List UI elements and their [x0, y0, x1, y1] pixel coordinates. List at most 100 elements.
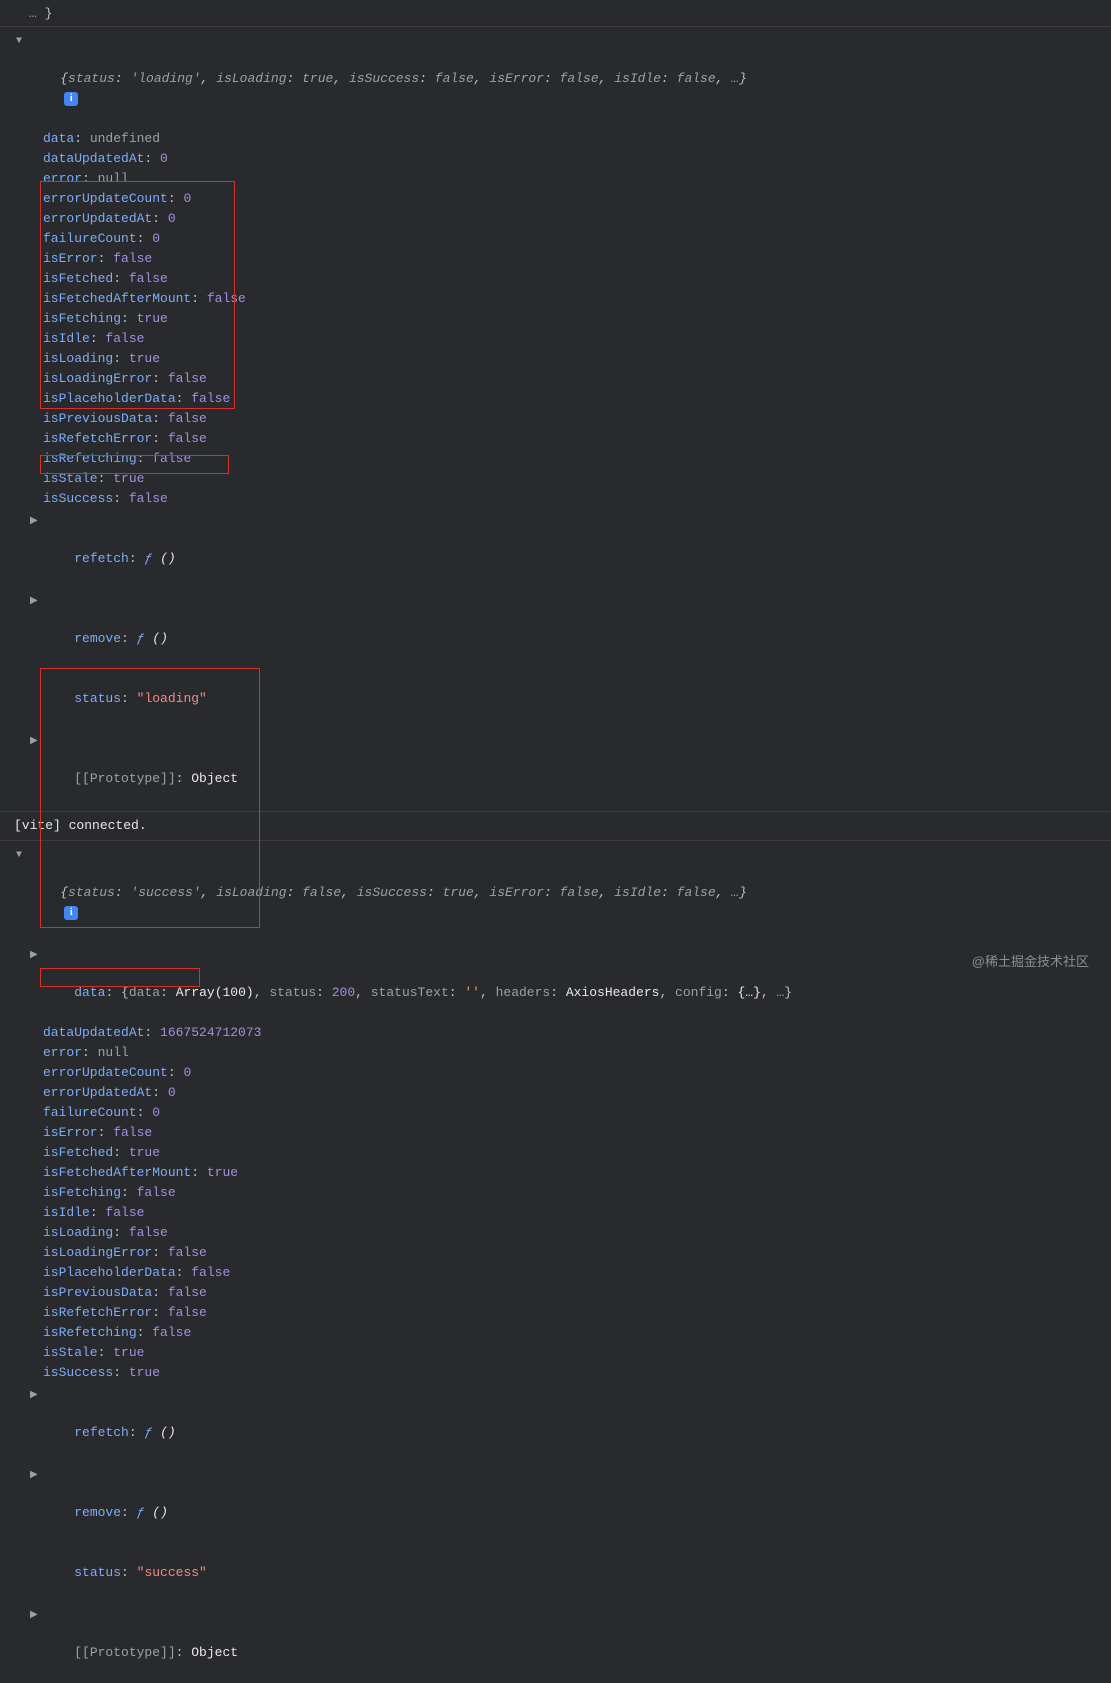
prop-row[interactable]: isFetched: false	[0, 269, 1111, 289]
expand-toggle-icon[interactable]: ▶	[30, 512, 38, 532]
prop-row[interactable]: isFetchedAfterMount: true	[0, 1163, 1111, 1183]
expand-toggle-icon[interactable]: ▼	[16, 846, 22, 866]
prop-row[interactable]: isPreviousData: false	[0, 1283, 1111, 1303]
prop-row-remove[interactable]: ▶ remove: ƒ ()	[0, 589, 1111, 669]
prop-key: error	[43, 1045, 82, 1060]
prop-row[interactable]: isIdle: false	[0, 329, 1111, 349]
prop-val: false	[168, 431, 207, 446]
prop-row[interactable]: isLoadingError: false	[0, 1243, 1111, 1263]
prop-row[interactable]: isStale: true	[0, 469, 1111, 489]
info-icon[interactable]: i	[64, 906, 78, 920]
prop-row[interactable]: isFetching: false	[0, 1183, 1111, 1203]
prop-row[interactable]: errorUpdatedAt: 0	[0, 209, 1111, 229]
prop-val: Object	[191, 1645, 238, 1660]
prop-row[interactable]: isLoading: true	[0, 349, 1111, 369]
prop-key: isPreviousData	[43, 411, 152, 426]
prop-row-refetch[interactable]: ▶ refetch: ƒ ()	[0, 1383, 1111, 1463]
prop-row[interactable]: isRefetching: false	[0, 1323, 1111, 1343]
prop-row[interactable]: isSuccess: true	[0, 1363, 1111, 1383]
prop-key: status	[74, 1565, 121, 1580]
prop-val: false	[113, 251, 152, 266]
prop-row-refetch[interactable]: ▶ refetch: ƒ ()	[0, 509, 1111, 589]
prop-key: isPlaceholderData	[43, 1265, 176, 1280]
prop-row[interactable]: errorUpdateCount: 0	[0, 1063, 1111, 1083]
prop-key: error	[43, 171, 82, 186]
prop-row[interactable]: errorUpdateCount: 0	[0, 189, 1111, 209]
prop-row[interactable]: error: null	[0, 169, 1111, 189]
prop-row-status[interactable]: status: "success"	[0, 1543, 1111, 1603]
prop-row[interactable]: error: null	[0, 1043, 1111, 1063]
expand-toggle-icon[interactable]: ▶	[30, 1386, 38, 1406]
prop-row[interactable]: isFetched: true	[0, 1143, 1111, 1163]
prop-val: null	[98, 171, 129, 186]
function-icon: ƒ	[144, 1425, 152, 1440]
prop-row[interactable]: errorUpdatedAt: 0	[0, 1083, 1111, 1103]
summary-val: true	[302, 71, 333, 86]
prop-row-prototype[interactable]: ▶ [[Prototype]]: Object	[0, 1603, 1111, 1683]
prop-row[interactable]: isSuccess: false	[0, 489, 1111, 509]
prop-val: 0	[152, 1105, 160, 1120]
prop-row[interactable]: isRefetchError: false	[0, 429, 1111, 449]
prop-key: isLoadingError	[43, 371, 152, 386]
prop-val: 0	[152, 231, 160, 246]
prop-row[interactable]: dataUpdatedAt: 1667524712073	[0, 1023, 1111, 1043]
prop-row[interactable]: isError: false	[0, 249, 1111, 269]
prop-row[interactable]: isPreviousData: false	[0, 409, 1111, 429]
summary-val: false	[560, 71, 599, 86]
prop-key: status	[74, 691, 121, 706]
expand-toggle-icon[interactable]: ▶	[30, 1466, 38, 1486]
prop-row-remove[interactable]: ▶ remove: ƒ ()	[0, 1463, 1111, 1543]
prop-row[interactable]: isFetching: true	[0, 309, 1111, 329]
prop-row[interactable]: isFetchedAfterMount: false	[0, 289, 1111, 309]
expand-toggle-icon[interactable]: ▶	[30, 946, 38, 966]
prop-row[interactable]: isStale: true	[0, 1343, 1111, 1363]
expand-toggle-icon[interactable]: ▶	[30, 592, 38, 612]
prop-row[interactable]: isPlaceholderData: false	[0, 1263, 1111, 1283]
prop-key: isPreviousData	[43, 1285, 152, 1300]
summary-val: true	[443, 885, 474, 900]
prop-row[interactable]: isRefetchError: false	[0, 1303, 1111, 1323]
expand-toggle-icon[interactable]: ▼	[16, 32, 22, 52]
prop-row[interactable]: dataUpdatedAt: 0	[0, 149, 1111, 169]
prop-row-status[interactable]: status: "loading"	[0, 669, 1111, 729]
prop-val: false	[168, 411, 207, 426]
prop-key: isError	[43, 1125, 98, 1140]
summary-val: 'success'	[130, 885, 200, 900]
prop-row[interactable]: isError: false	[0, 1123, 1111, 1143]
summary-rest: …	[731, 885, 739, 900]
prop-row[interactable]: failureCount: 0	[0, 229, 1111, 249]
prop-row-prototype[interactable]: ▶ [[Prototype]]: Object	[0, 729, 1111, 809]
prop-val: false	[207, 291, 246, 306]
prop-row[interactable]: isPlaceholderData: false	[0, 389, 1111, 409]
prop-key: isFetching	[43, 1185, 121, 1200]
prop-row[interactable]: isLoadingError: false	[0, 369, 1111, 389]
prop-val: true	[129, 351, 160, 366]
prop-key: remove	[74, 631, 121, 646]
object-summary[interactable]: ▼ {status: 'loading', isLoading: true, i…	[0, 29, 1111, 129]
prop-val	[152, 551, 160, 566]
prop-key: isRefetching	[43, 451, 137, 466]
prop-row-data[interactable]: ▶ data: {data: Array(100), status: 200, …	[0, 943, 1111, 1023]
prop-val: false	[168, 1285, 207, 1300]
prop-val: false	[168, 371, 207, 386]
prop-row[interactable]: failureCount: 0	[0, 1103, 1111, 1123]
prop-row[interactable]: data: undefined	[0, 129, 1111, 149]
prop-row[interactable]: isLoading: false	[0, 1223, 1111, 1243]
object-summary[interactable]: ▼ {status: 'success', isLoading: false, …	[0, 843, 1111, 943]
prop-key: isPlaceholderData	[43, 391, 176, 406]
prop-val: false	[129, 1225, 168, 1240]
truncated-line: … }	[0, 4, 1111, 24]
prop-row[interactable]: isRefetching: false	[0, 449, 1111, 469]
prop-val: false	[152, 1325, 191, 1340]
summary-rest: …	[731, 71, 739, 86]
prop-row[interactable]: isIdle: false	[0, 1203, 1111, 1223]
expand-toggle-icon[interactable]: ▶	[30, 1606, 38, 1626]
expand-toggle-icon[interactable]: ▶	[30, 732, 38, 752]
prop-val: false	[191, 391, 230, 406]
prop-key: errorUpdatedAt	[43, 1085, 152, 1100]
prop-val: false	[129, 271, 168, 286]
info-icon[interactable]: i	[64, 92, 78, 106]
prop-key: data	[74, 985, 105, 1000]
prop-key: isIdle	[43, 331, 90, 346]
prop-key: isStale	[43, 1345, 98, 1360]
